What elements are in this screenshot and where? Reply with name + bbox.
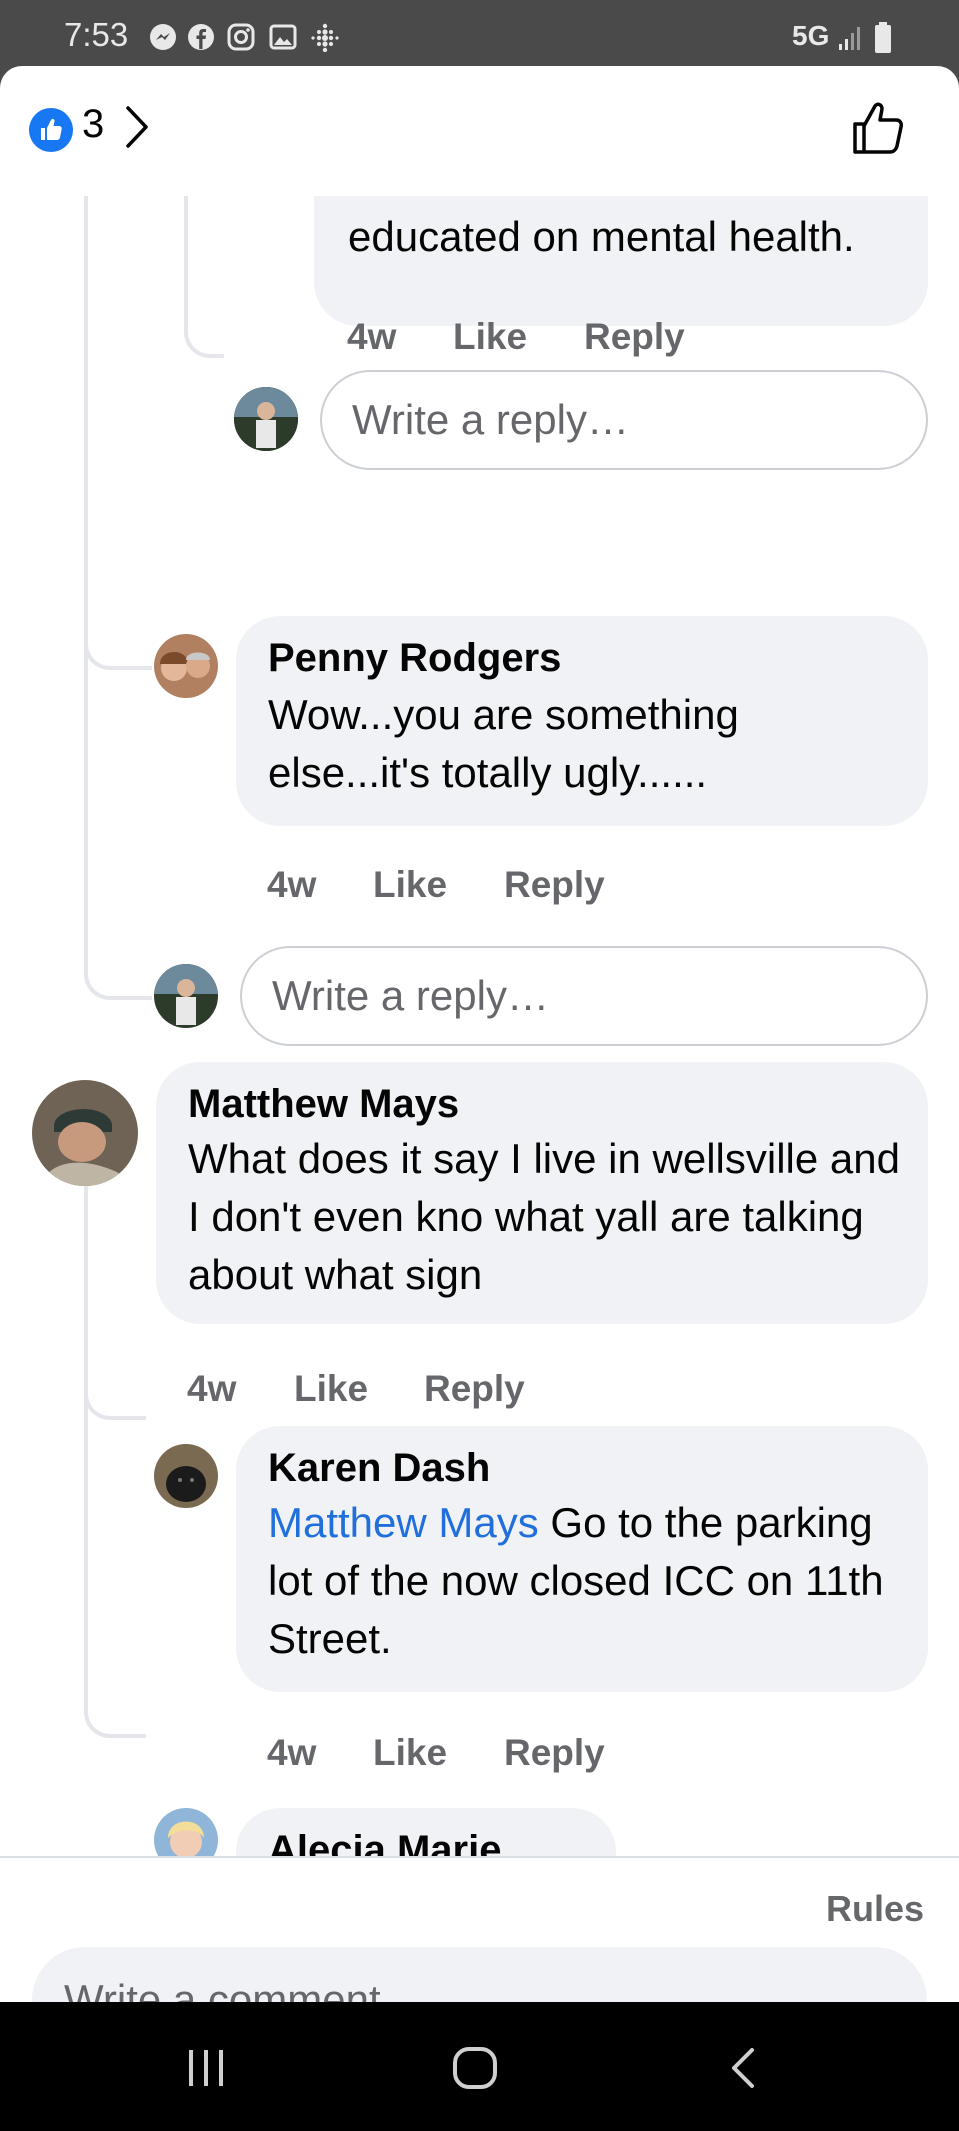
comment-time: 4w xyxy=(347,316,397,357)
back-icon[interactable] xyxy=(728,2046,758,2090)
comment-author[interactable]: Alecia Marie xyxy=(268,1828,501,1856)
comments-list[interactable]: educated on mental health. 4w Like Reply… xyxy=(0,196,959,1856)
comment-text: What does it say I live in wellsville an… xyxy=(188,1135,900,1298)
reply-input[interactable]: Write a reply… xyxy=(320,370,928,470)
home-icon[interactable] xyxy=(452,2046,498,2090)
comment-bubble[interactable]: Karen Dash Matthew Mays Go to the parkin… xyxy=(236,1426,928,1692)
reply-link[interactable]: Reply xyxy=(504,1732,605,1774)
thread-connector xyxy=(184,196,224,358)
comment-author[interactable]: Penny Rodgers xyxy=(268,636,561,681)
facebook-icon xyxy=(188,24,214,50)
network-type: 5G xyxy=(792,20,830,51)
comment-bubble[interactable]: Matthew Mays What does it say I live in … xyxy=(156,1062,928,1324)
avatar[interactable] xyxy=(154,964,218,1028)
comment-time: 4w xyxy=(267,864,317,905)
like-count[interactable]: 3 xyxy=(82,102,104,147)
like-link[interactable]: Like xyxy=(294,1368,368,1410)
gallery-icon xyxy=(269,24,297,50)
signal-icon xyxy=(839,27,860,50)
thread-connector xyxy=(84,1184,146,1738)
reply-input[interactable]: Write a reply… xyxy=(240,946,928,1046)
comment-time: 4w xyxy=(187,1368,237,1409)
thread-connector xyxy=(84,196,152,1000)
like-link[interactable]: Like xyxy=(453,316,527,358)
instagram-icon xyxy=(227,23,255,51)
like-link[interactable]: Like xyxy=(373,1732,447,1774)
chevron-right-icon[interactable] xyxy=(124,104,150,150)
rules-link[interactable]: Rules xyxy=(826,1888,924,1930)
avatar[interactable] xyxy=(154,634,218,698)
like-reaction-icon[interactable] xyxy=(29,108,73,152)
comment-author[interactable]: Matthew Mays xyxy=(188,1082,459,1127)
avatar[interactable] xyxy=(154,1808,218,1856)
reply-link[interactable]: Reply xyxy=(584,316,685,358)
fitbit-icon xyxy=(311,23,339,52)
battery-icon xyxy=(875,22,891,53)
reply-link[interactable]: Reply xyxy=(504,864,605,906)
mention-link[interactable]: Matthew Mays xyxy=(268,1499,539,1546)
avatar[interactable] xyxy=(234,387,298,451)
comment-input[interactable]: Write a comment… xyxy=(32,1947,927,2002)
avatar[interactable] xyxy=(32,1080,138,1186)
comment-author[interactable]: Karen Dash xyxy=(268,1446,490,1491)
thumbs-up-icon[interactable] xyxy=(850,100,906,156)
like-link[interactable]: Like xyxy=(373,864,447,906)
reply-link[interactable]: Reply xyxy=(424,1368,525,1410)
comment-time: 4w xyxy=(267,1732,317,1773)
comment-text: Wow...you are something else...it's tota… xyxy=(268,691,739,796)
comment-text: educated on mental health. xyxy=(348,213,855,260)
messenger-icon xyxy=(150,24,176,50)
comment-text: Matthew Mays Go to the parking lot of th… xyxy=(268,1494,898,1668)
divider xyxy=(0,1856,959,1858)
status-time: 7:53 xyxy=(64,16,129,53)
comment-bubble[interactable]: Alecia Marie xyxy=(236,1808,616,1856)
comment-bubble[interactable]: Penny Rodgers Wow...you are something el… xyxy=(236,616,928,826)
comment-bubble[interactable]: educated on mental health. xyxy=(314,196,928,326)
recent-apps-icon[interactable] xyxy=(186,2048,226,2088)
comments-sheet: 3 educated on mental health. 4w Like Rep… xyxy=(0,66,959,2002)
navigation-bar xyxy=(0,2002,959,2131)
avatar[interactable] xyxy=(154,1444,218,1508)
